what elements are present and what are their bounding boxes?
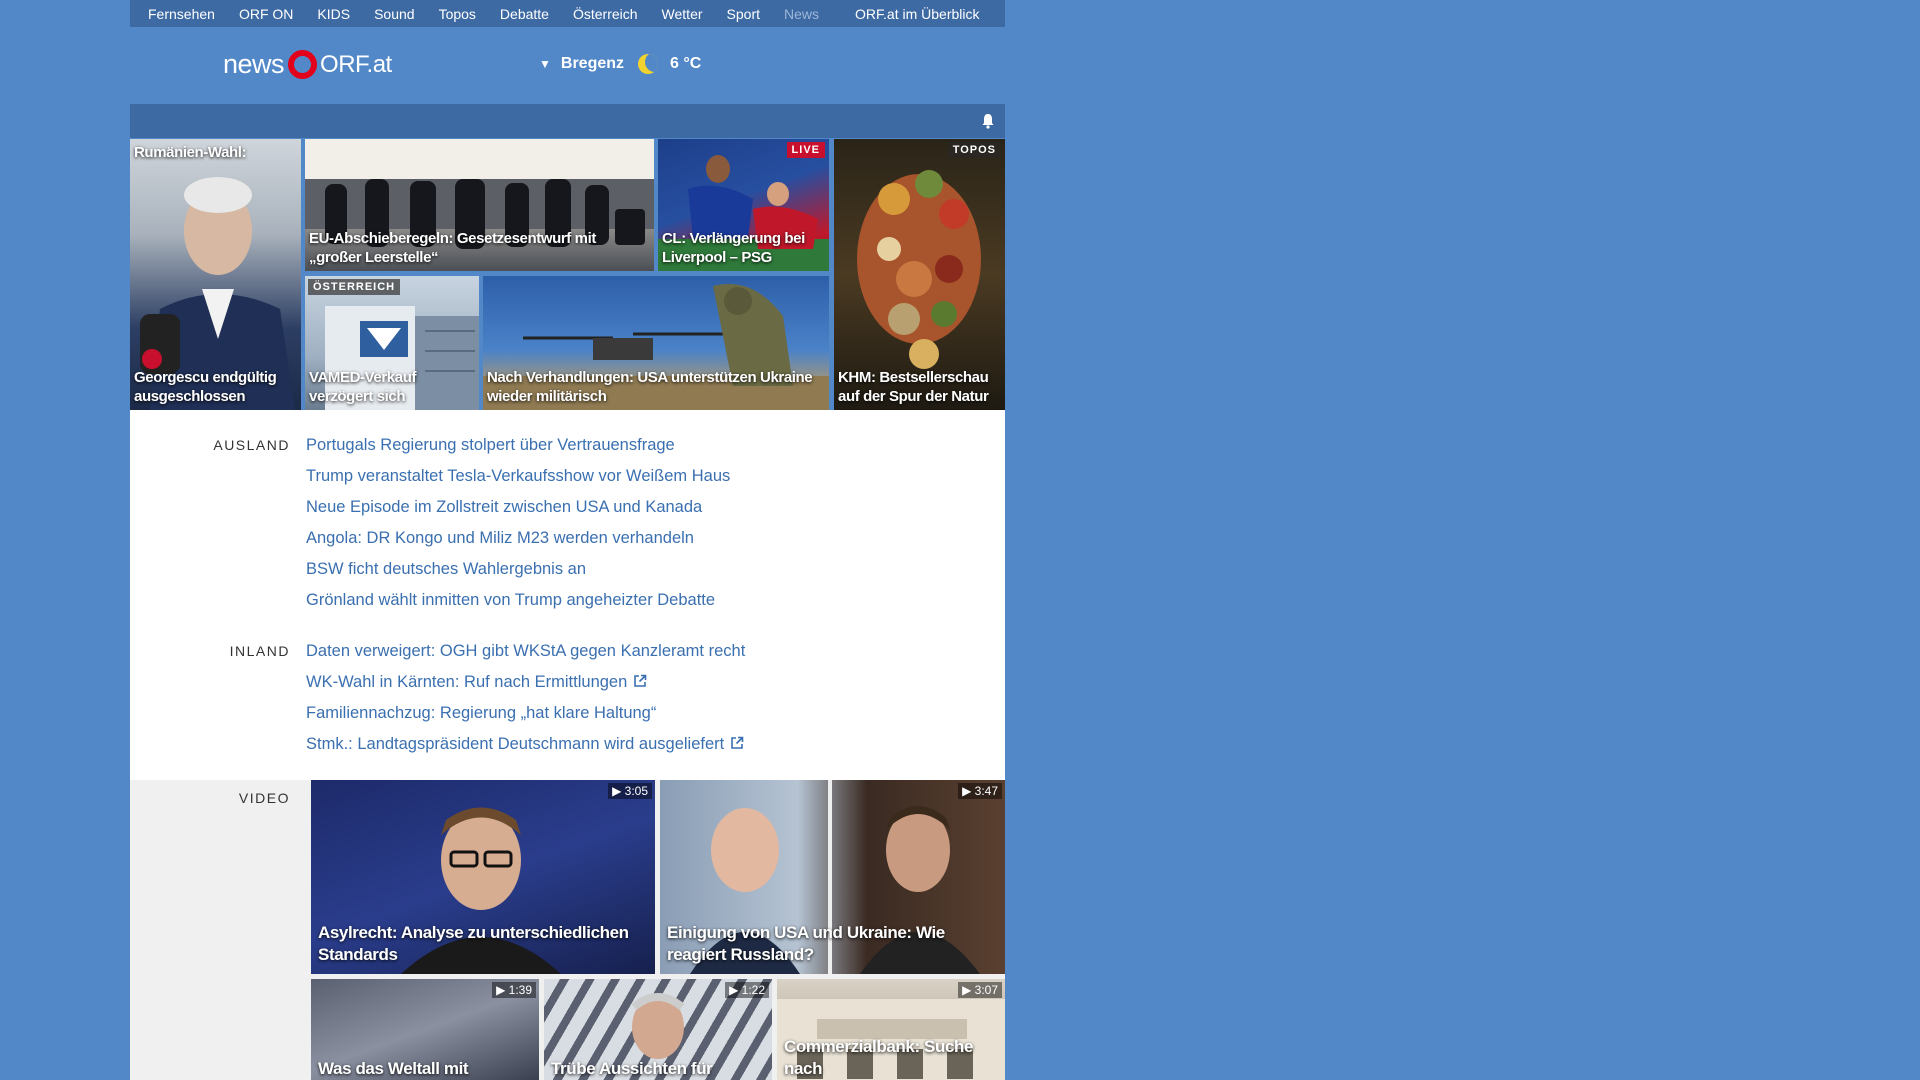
sub-bar — [130, 104, 1005, 138]
dropdown-triangle-icon[interactable]: ▼ — [539, 57, 551, 71]
video-title: Asylrecht: Analyse zu unterschiedlichen … — [318, 923, 629, 964]
video-teaser[interactable]: ▶ 1:39 Was das Weltall mit — [311, 979, 539, 1080]
video-duration: ▶ 3:05 — [608, 783, 652, 799]
section-label-ausland: AUSLAND — [213, 437, 290, 453]
section-label-inland: INLAND — [229, 643, 290, 659]
news-link[interactable]: Neue Episode im Zollstreit zwischen USA … — [306, 492, 730, 523]
teaser-title: CL: Verlängerung bei Liverpool – PSG — [662, 230, 805, 266]
video-title: Commerzialbank: Suche nach — [784, 1037, 974, 1078]
nav-wetter[interactable]: Wetter — [662, 6, 703, 22]
section-label-video: VIDEO — [238, 790, 290, 806]
moon-icon — [638, 54, 659, 74]
news-link-external[interactable]: WK-Wahl in Kärnten: Ruf nach Ermittlunge… — [306, 667, 745, 698]
live-badge: LIVE — [786, 142, 825, 158]
video-title: Was das Weltall mit — [318, 1059, 469, 1078]
teaser-title: EU-Abschieberegeln: Gesetzesentwurf mit … — [309, 230, 596, 266]
news-link-external[interactable]: Stmk.: Landtagspräsident Deutschmann wir… — [306, 729, 745, 760]
news-link[interactable]: Portugals Regierung stolpert über Vertra… — [306, 430, 730, 461]
video-teaser[interactable]: ▶ 3:07 Commerzialbank: Suche nach — [777, 979, 1005, 1080]
nav-topos[interactable]: Topos — [439, 6, 476, 22]
nav-fernsehen[interactable]: Fernsehen — [148, 6, 215, 22]
logo-news-text: news — [223, 49, 285, 79]
video-title: Trübe Aussichten für — [551, 1059, 713, 1078]
video-section: VIDEO ▶ 3:05 Asylrecht: Analyse zu unter… — [130, 780, 1005, 1080]
news-link[interactable]: Familiennachzug: Regierung „hat klare Ha… — [306, 698, 745, 729]
nav-kids[interactable]: KIDS — [317, 6, 350, 22]
inland-links: Daten verweigert: OGH gibt WKStA gegen K… — [306, 636, 745, 760]
video-duration: ▶ 1:39 — [492, 982, 536, 998]
teaser-title: Nach Verhandlungen: USA unterstützen Ukr… — [487, 369, 813, 405]
duration-text: 1:39 — [508, 983, 532, 997]
weather-widget[interactable]: ▼ Bregenz 6 °C — [539, 54, 701, 74]
news-link[interactable]: Daten verweigert: OGH gibt WKStA gegen K… — [306, 636, 745, 667]
external-link-icon — [731, 736, 744, 749]
duration-text: 1:22 — [741, 983, 765, 997]
video-duration: ▶ 1:22 — [725, 982, 769, 998]
site-header: news ORF.at ▼ Bregenz 6 °C — [130, 27, 1005, 104]
news-list-section: AUSLAND Portugals Regierung stolpert übe… — [130, 410, 1005, 780]
video-duration: ▶ 3:07 — [958, 982, 1002, 998]
oesterreich-badge: ÖSTERREICH — [308, 279, 401, 295]
nav-overview[interactable]: ORF.at im Überblick — [855, 6, 979, 22]
orf-ring-icon — [288, 50, 318, 79]
duration-text: 3:47 — [974, 784, 998, 798]
duration-text: 3:07 — [974, 983, 998, 997]
nav-news[interactable]: News — [784, 6, 819, 22]
logo-orf-text: ORF.at — [320, 50, 392, 78]
news-link[interactable]: BSW ficht deutsches Wahlergebnis an — [306, 554, 730, 585]
video-teaser[interactable]: ▶ 1:22 Trübe Aussichten für — [544, 979, 772, 1080]
weather-temperature: 6 °C — [670, 55, 702, 72]
top-navigation: Fernsehen ORF ON KIDS Sound Topos Debatt… — [130, 0, 1005, 27]
nav-sport[interactable]: Sport — [727, 6, 760, 22]
nav-oesterreich[interactable]: Österreich — [573, 6, 638, 22]
teaser-title: Georgescu endgültig ausgeschlossen — [134, 369, 277, 405]
video-title: Einigung von USA und Ukraine: Wie reagie… — [667, 923, 945, 964]
video-teaser[interactable]: ▶ 3:05 Asylrecht: Analyse zu unterschied… — [311, 780, 655, 974]
news-link-text: Stmk.: Landtagspräsident Deutschmann wir… — [306, 735, 725, 753]
nav-debatte[interactable]: Debatte — [500, 6, 549, 22]
teaser-title: VAMED-Verkauf verzögert sich — [309, 369, 417, 405]
news-link[interactable]: Trump veranstaltet Tesla-Verkaufsshow vo… — [306, 461, 730, 492]
orf-news-logo[interactable]: news ORF.at — [223, 49, 392, 80]
nav-sound[interactable]: Sound — [374, 6, 414, 22]
external-link-icon — [634, 674, 647, 687]
ausland-links: Portugals Regierung stolpert über Vertra… — [306, 430, 730, 616]
news-link-text: WK-Wahl in Kärnten: Ruf nach Ermittlunge… — [306, 673, 628, 691]
nav-orf-on[interactable]: ORF ON — [239, 6, 293, 22]
teaser-vamed-verkauf[interactable]: ÖSTERREICH VAMED-Verkauf verzögert sich — [305, 276, 479, 410]
news-link[interactable]: Grönland wählt inmitten von Trump angehe… — [306, 585, 730, 616]
teaser-khm-bestsellerschau[interactable]: TOPOS KHM: Bestsellerschau auf der Spur … — [834, 139, 1005, 410]
topos-badge: TOPOS — [947, 142, 1001, 158]
teaser-eu-abschieberegeln[interactable]: EU-Abschieberegeln: Gesetzesentwurf mit … — [305, 139, 654, 271]
teaser-kicker: Rumänien-Wahl: — [134, 144, 247, 161]
news-link[interactable]: Angola: DR Kongo und Miliz M23 werden ve… — [306, 523, 730, 554]
video-duration: ▶ 3:47 — [958, 783, 1002, 799]
teaser-rumaenien-wahl[interactable]: Rumänien-Wahl: Georgescu endgültig ausge… — [130, 139, 301, 410]
weather-location[interactable]: Bregenz — [561, 55, 624, 73]
video-teaser[interactable]: ▶ 3:47 Einigung von USA und Ukraine: Wie… — [660, 780, 1005, 974]
duration-text: 3:05 — [624, 784, 648, 798]
teaser-cl-liverpool-psg[interactable]: LIVE CL: Verlängerung bei Liverpool – PS… — [658, 139, 829, 271]
teaser-title: KHM: Bestsellerschau auf der Spur der Na… — [838, 369, 989, 405]
teaser-usa-ukraine-militaer[interactable]: Nach Verhandlungen: USA unterstützen Ukr… — [483, 276, 829, 410]
bell-icon[interactable] — [981, 113, 995, 129]
